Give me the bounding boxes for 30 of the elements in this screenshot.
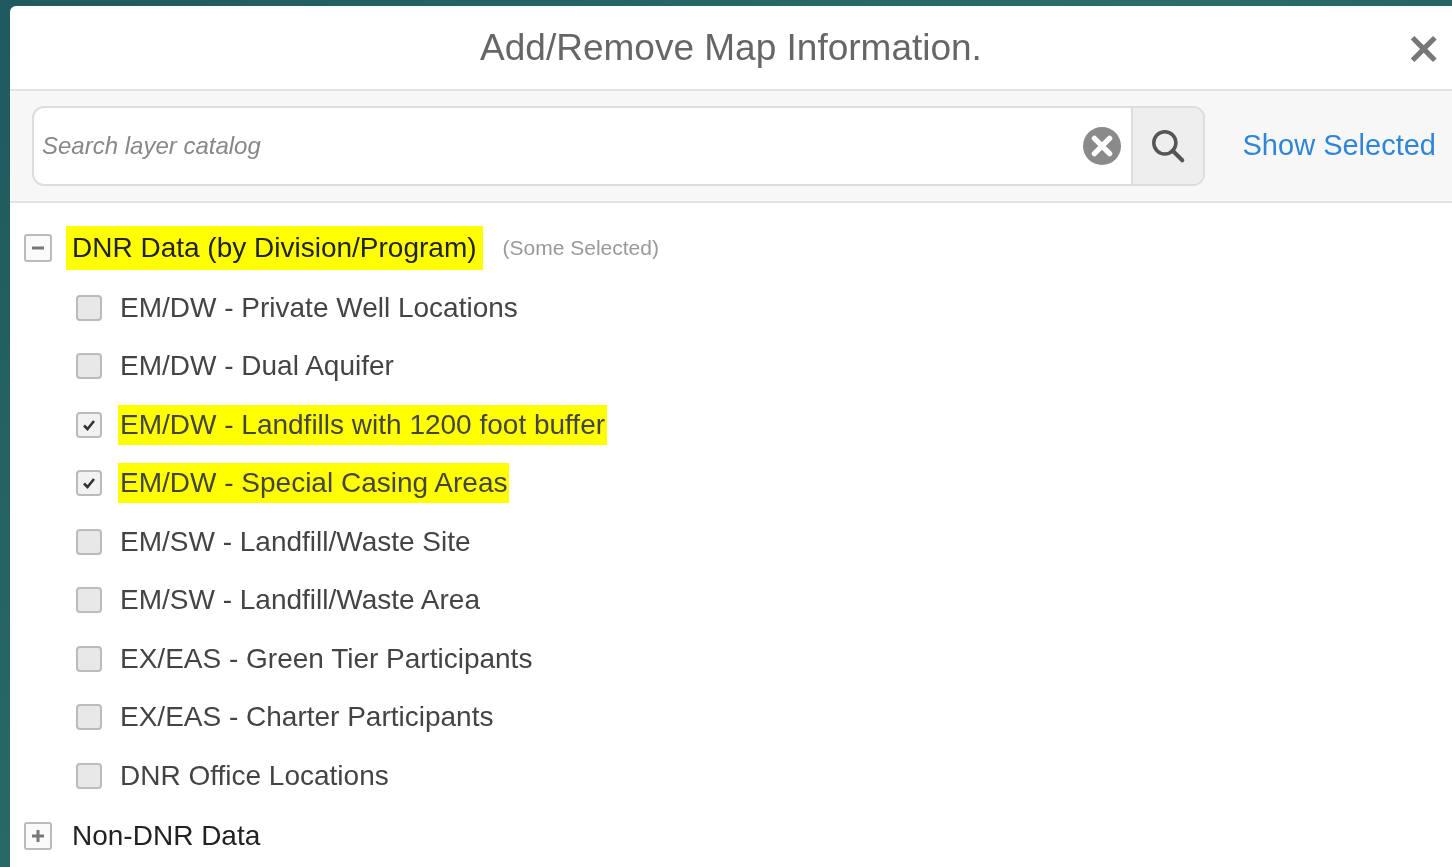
- layer-label: EM/DW - Private Well Locations: [119, 290, 519, 325]
- dialog-title: Add/Remove Map Information.: [480, 26, 982, 69]
- layer-label: EX/EAS - Green Tier Participants: [119, 641, 534, 676]
- search-bar[interactable]: Search layer catalog: [32, 105, 1205, 186]
- checkbox[interactable]: [76, 294, 102, 321]
- checkbox[interactable]: [76, 528, 102, 555]
- search-button[interactable]: [1130, 107, 1203, 184]
- clear-icon[interactable]: [1082, 126, 1121, 165]
- layer-label: EM/DW - Dual Aquifer: [119, 349, 395, 384]
- collapse-icon[interactable]: [24, 233, 52, 262]
- layer-label: EM/DW - Landfills with 1200 foot buffer: [118, 404, 608, 445]
- layer-label: EM/SW - Landfill/Waste Area: [119, 583, 481, 618]
- layer-label: EX/EAS - Charter Participants: [119, 700, 495, 735]
- show-selected-link[interactable]: Show Selected: [1242, 129, 1436, 163]
- group-label[interactable]: Non-DNR Data: [66, 814, 267, 858]
- layer-label: EM/DW - Special Casing Areas: [118, 463, 510, 504]
- checkbox[interactable]: [76, 645, 102, 672]
- layer-label: DNR Office Locations: [119, 758, 390, 793]
- checkbox[interactable]: [76, 587, 102, 614]
- search-field[interactable]: Search layer catalog: [34, 131, 1083, 160]
- checkbox[interactable]: [76, 353, 102, 380]
- checkbox[interactable]: [76, 762, 102, 789]
- selection-status: (Some Selected): [502, 235, 659, 260]
- checkbox[interactable]: [76, 411, 102, 438]
- checkbox[interactable]: [76, 704, 102, 731]
- group-label[interactable]: DNR Data (by Division/Program): [66, 225, 483, 270]
- layer-label: EM/SW - Landfill/Waste Site: [119, 524, 472, 559]
- expand-icon[interactable]: [24, 822, 52, 850]
- close-button[interactable]: ×: [1401, 28, 1446, 68]
- checkbox[interactable]: [76, 470, 102, 497]
